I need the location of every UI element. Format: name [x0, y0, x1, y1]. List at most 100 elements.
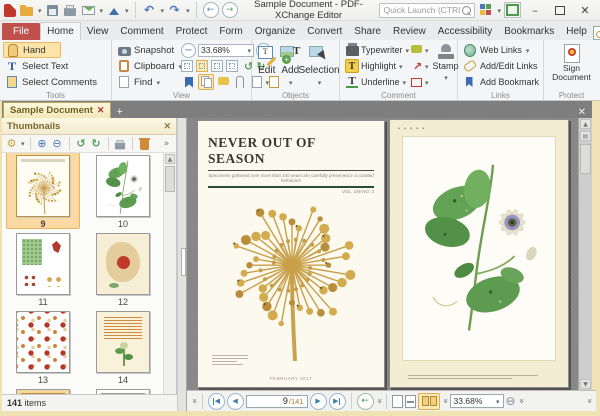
thumbnail-page-14[interactable]: 14: [90, 311, 156, 385]
thumbnails-print-button[interactable]: [114, 137, 127, 150]
select-comments-button[interactable]: Select Comments: [3, 74, 108, 90]
find-tool-button[interactable]: Find: [115, 74, 179, 90]
tab-file[interactable]: File: [2, 23, 40, 40]
undo-button[interactable]: [142, 3, 157, 18]
document-view[interactable]: NEVER OUT OF SEASON Specimens gathered o…: [187, 118, 592, 390]
two-page-layout-button[interactable]: [418, 393, 440, 410]
attachments-pane-button[interactable]: [232, 74, 248, 90]
sign-document-button[interactable]: Sign Document: [548, 42, 596, 83]
thumbnails-scrollbar-thumb[interactable]: [165, 166, 175, 192]
single-page-layout-button[interactable]: [392, 395, 403, 408]
rectangle-tool-button[interactable]: [411, 78, 422, 87]
undo-dropdown[interactable]: [160, 5, 165, 16]
share-dropdown[interactable]: [124, 5, 129, 16]
zoom-overflow[interactable]: [518, 396, 524, 406]
view-history-overflow[interactable]: [376, 396, 382, 406]
scroll-down-icon[interactable]: ▼: [580, 379, 591, 389]
fullscreen-button[interactable]: [504, 2, 521, 18]
minimize-button[interactable]: –: [524, 2, 546, 18]
thumbnails-rotate-ccw-button[interactable]: [75, 137, 88, 150]
document-tab[interactable]: Sample Document ✕: [3, 102, 111, 118]
typewriter-button[interactable]: Typewriter: [361, 45, 403, 55]
thumbnails-toolbar-overflow[interactable]: [160, 137, 173, 150]
select-text-button[interactable]: T Select Text: [3, 58, 108, 74]
thumbnails-zoom-in-button[interactable]: [36, 137, 49, 150]
add-bookmark-button[interactable]: Add Bookmark: [461, 74, 540, 90]
layout-overflow[interactable]: [442, 396, 448, 406]
thumbnail-page-13[interactable]: 13: [10, 311, 76, 385]
tab-share[interactable]: Share: [348, 22, 387, 40]
scroll-up-icon[interactable]: ▲: [165, 154, 175, 164]
page-number-field[interactable]: 9 /141: [246, 395, 308, 408]
statusbar-zoom-out-button[interactable]: [506, 394, 516, 408]
document-scrollbar-thumb[interactable]: [580, 144, 591, 174]
forward-button[interactable]: [222, 2, 238, 18]
fit-visible-button[interactable]: [226, 60, 238, 72]
sticky-note-button[interactable]: [411, 45, 422, 55]
thumbnails-rotate-cw-button[interactable]: [90, 137, 103, 150]
document-page-right[interactable]: • • • • •: [389, 119, 569, 388]
previous-page-button[interactable]: ◀: [227, 393, 244, 410]
highlight-button[interactable]: Highlight: [361, 61, 396, 71]
quick-launch-input[interactable]: Quick Launch (CTRL+.): [379, 3, 475, 18]
thumbnails-options-dropdown[interactable]: [20, 138, 25, 149]
tab-help[interactable]: Help: [560, 22, 593, 40]
tab-protect[interactable]: Protect: [170, 22, 214, 40]
previous-view-button[interactable]: ←: [357, 393, 374, 410]
clipboard-button[interactable]: Clipboard: [115, 58, 179, 74]
tab-organize[interactable]: Organize: [249, 22, 302, 40]
thumbnail-page-11[interactable]: 11: [10, 233, 76, 307]
panel-splitter[interactable]: [177, 118, 187, 411]
close-button[interactable]: ✕: [574, 2, 596, 18]
document-tab-close-icon[interactable]: ✕: [97, 105, 105, 116]
underline-button[interactable]: Underline: [361, 77, 400, 87]
statusbar-overflow-right[interactable]: [586, 396, 592, 406]
tab-comment[interactable]: Comment: [114, 22, 169, 40]
scroll-pagejump-icon[interactable]: ▤: [580, 131, 591, 141]
thumbnail-page-9[interactable]: 9: [10, 155, 76, 229]
thumbnails-delete-button[interactable]: [138, 137, 151, 150]
hand-tool-button[interactable]: Hand: [3, 42, 61, 58]
scroll-up-icon[interactable]: ▲: [580, 119, 591, 129]
thumbnail-page-12[interactable]: 12: [90, 233, 156, 307]
fit-width-button[interactable]: [211, 60, 223, 72]
close-document-button[interactable]: ✕: [578, 107, 592, 118]
selection-button[interactable]: Selection: [302, 42, 336, 90]
tab-bookmarks[interactable]: Bookmarks: [498, 22, 560, 40]
thumbnail-page-10[interactable]: 10: [90, 155, 156, 229]
thumbnails-panel-close-icon[interactable]: ✕: [163, 121, 171, 132]
thumbnails-pane-button[interactable]: [198, 74, 214, 90]
snapshot-button[interactable]: Snapshot: [115, 42, 179, 58]
actual-size-button[interactable]: [181, 60, 193, 72]
save-button[interactable]: [45, 3, 60, 18]
email-button[interactable]: [81, 3, 96, 18]
fit-width-layout-button[interactable]: [405, 395, 416, 408]
last-page-button[interactable]: ▶: [329, 393, 346, 410]
tab-form[interactable]: Form: [213, 22, 248, 40]
print-button[interactable]: [63, 3, 78, 18]
thumbnails-zoom-out-button[interactable]: [51, 137, 64, 150]
new-tab-button[interactable]: +: [116, 106, 122, 118]
redo-dropdown[interactable]: [185, 5, 190, 16]
share-upload-button[interactable]: [106, 3, 121, 18]
comments-pane-button[interactable]: [215, 74, 231, 90]
thumbnails-scrollbar[interactable]: ▲ ▼: [163, 153, 176, 411]
email-dropdown[interactable]: [99, 5, 104, 16]
redo-button[interactable]: [167, 3, 182, 18]
open-file-button[interactable]: [19, 3, 34, 18]
zoom-out-button[interactable]: −: [181, 43, 196, 58]
next-page-button[interactable]: ▶: [310, 393, 327, 410]
bookmarks-pane-button[interactable]: [181, 74, 197, 90]
zoom-level-combo[interactable]: 33.68%: [198, 44, 254, 57]
edit-objects-button[interactable]: T Edit: [255, 42, 279, 90]
tab-view[interactable]: View: [81, 22, 115, 40]
statusbar-overflow-left[interactable]: [191, 396, 197, 406]
stamp-button[interactable]: Stamp: [433, 42, 459, 90]
thumbnails-options-button[interactable]: [5, 137, 18, 150]
back-button[interactable]: [203, 2, 219, 18]
arrow-tool-button[interactable]: [413, 60, 422, 73]
document-page-left[interactable]: NEVER OUT OF SEASON Specimens gathered o…: [197, 120, 385, 388]
tab-home[interactable]: Home: [40, 22, 81, 40]
tab-review[interactable]: Review: [387, 22, 432, 40]
ui-options-button[interactable]: [478, 3, 493, 18]
